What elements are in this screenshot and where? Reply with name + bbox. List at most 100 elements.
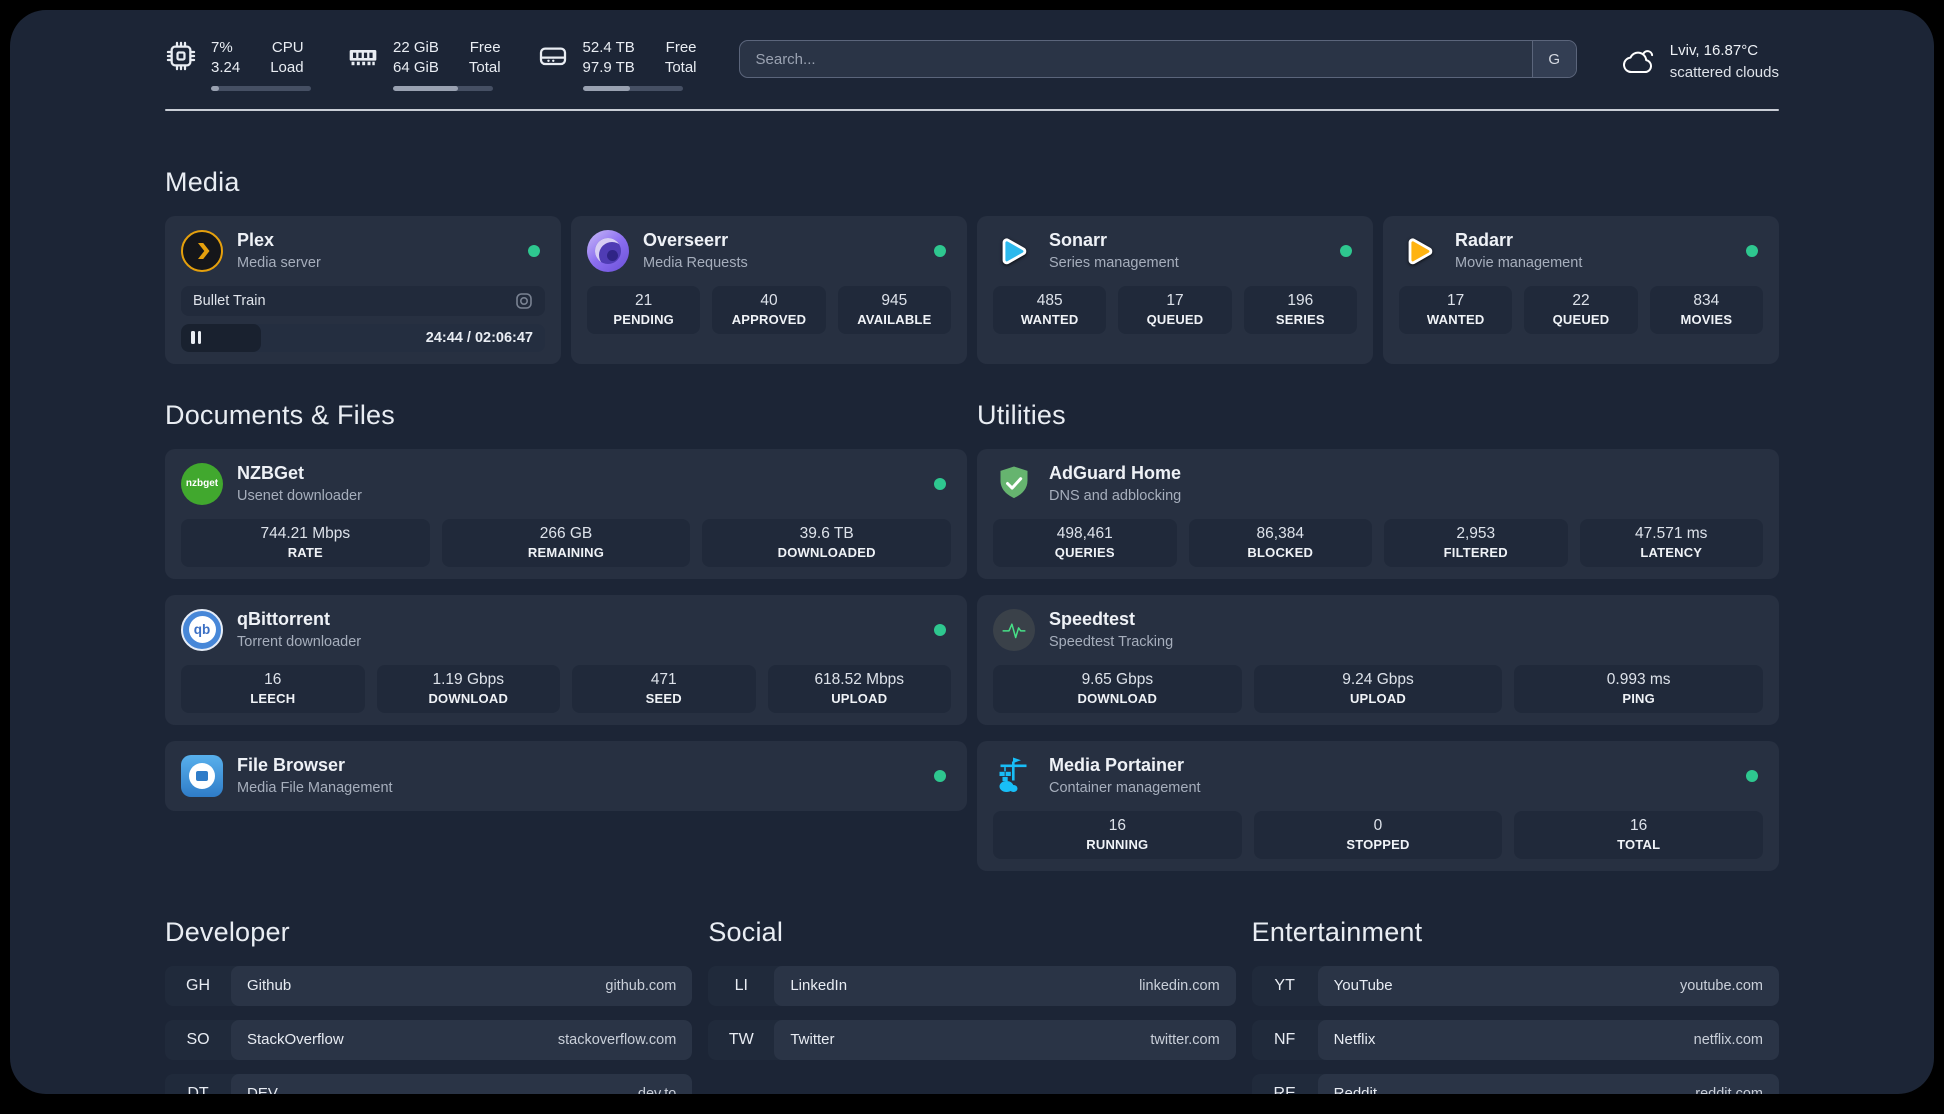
system-stats: 7% 3.24 CPU Load 22 GiB 64 GiB Free Tota… <box>165 38 697 91</box>
app-card-qbittorrent[interactable]: qb qBittorrent Torrent downloader 16 LEE… <box>165 594 967 725</box>
pause-icon <box>191 331 201 344</box>
storage-progress-bar <box>582 85 683 91</box>
ram-icon <box>347 40 379 72</box>
weather-widget: Lviv, 16.87°C scattered clouds <box>1621 40 1779 84</box>
stat-seed: 471 SEED <box>572 664 756 713</box>
app-description: DNS and adblocking <box>1049 487 1182 504</box>
status-indicator <box>1340 244 1352 257</box>
cloud-icon <box>1621 44 1657 80</box>
bookmark-github[interactable]: GH Github github.com <box>165 965 693 1006</box>
stat-movies: 834 MOVIES <box>1649 285 1763 334</box>
bookmark-url: stackoverflow.com <box>557 1031 677 1048</box>
nzbget-icon: nzbget <box>181 462 223 505</box>
status-indicator <box>934 477 946 490</box>
app-card-radarr[interactable]: Radarr Movie management 17 WANTED 22 QUE… <box>1383 215 1779 364</box>
bookmark-name: YouTube <box>1333 977 1393 994</box>
stat-running: 16 RUNNING <box>993 810 1242 859</box>
bookmark-abbr: YT <box>1274 976 1295 994</box>
storage-free-value: 52.4 TB <box>582 39 635 56</box>
media-section-title: Media <box>165 166 240 197</box>
bookmark-netflix[interactable]: NF Netflix netflix.com <box>1251 1019 1779 1060</box>
bookmark-reddit[interactable]: RE Reddit reddit.com <box>1251 1073 1779 1095</box>
bookmark-name: DEV <box>247 1085 278 1094</box>
bookmark-abbr: LI <box>734 976 748 994</box>
cpu-load-value: 3.24 <box>211 59 241 77</box>
stat-stopped: 0 STOPPED <box>1253 810 1503 859</box>
stat-wanted: 485 WANTED <box>993 285 1107 334</box>
app-card-sonarr[interactable]: Sonarr Series management 485 WANTED 17 Q… <box>977 215 1373 364</box>
adguard-icon <box>993 463 1035 505</box>
weather-condition: scattered clouds <box>1669 63 1779 81</box>
developer-section-title: Developer <box>165 916 290 947</box>
stat-queued: 17 QUEUED <box>1118 285 1232 334</box>
speedtest-icon <box>993 608 1035 651</box>
stat-remaining: 266 GB REMAINING <box>441 518 691 567</box>
bookmark-url: reddit.com <box>1695 1085 1763 1095</box>
app-description: Media Requests <box>643 254 748 271</box>
cpu-icon <box>165 40 197 72</box>
stat-download: 9.65 Gbps DOWNLOAD <box>993 664 1242 713</box>
app-description: Container management <box>1049 779 1201 796</box>
plex-icon <box>181 229 223 272</box>
app-name: AdGuard Home <box>1049 463 1182 484</box>
section-utilities: Utilities AdGuard Home DNS and adblockin… <box>977 400 1779 871</box>
app-card-portainer[interactable]: Media Portainer Container management 16 … <box>977 740 1779 871</box>
section-documents: Documents & Files nzbget NZBGet Usenet d… <box>165 400 967 811</box>
playback-time: 24:44 / 02:06:47 <box>425 329 533 346</box>
bookmark-linkedin[interactable]: LI LinkedIn linkedin.com <box>708 965 1236 1006</box>
app-name: Overseerr <box>643 230 729 251</box>
cpu-usage-label: CPU <box>271 39 304 56</box>
search-bar: G <box>738 40 1577 78</box>
app-description: Media server <box>237 254 321 271</box>
bookmark-dev[interactable]: DT DEV dev.to <box>165 1073 693 1095</box>
search-input[interactable] <box>739 41 1532 77</box>
stat-approved: 40 APPROVED <box>712 285 826 334</box>
status-indicator <box>934 769 946 782</box>
bookmark-name: StackOverflow <box>247 1031 344 1048</box>
now-playing-title: Bullet Train <box>193 292 266 309</box>
status-indicator <box>934 623 946 636</box>
app-card-filebrowser[interactable]: File Browser Media File Management <box>165 740 967 811</box>
entertainment-section-title: Entertainment <box>1251 916 1423 947</box>
bookmark-youtube[interactable]: YT YouTube youtube.com <box>1251 965 1779 1006</box>
stat-total: 16 TOTAL <box>1514 810 1763 859</box>
bookmark-abbr: RE <box>1273 1084 1296 1095</box>
header-divider <box>165 108 1779 111</box>
app-card-nzbget[interactable]: nzbget NZBGet Usenet downloader 744.21 M… <box>165 448 967 579</box>
bookmark-abbr: GH <box>186 976 210 994</box>
app-description: Movie management <box>1455 254 1583 271</box>
app-card-plex[interactable]: Plex Media server Bullet Train 24:44 / 0… <box>165 215 561 364</box>
app-card-adguard[interactable]: AdGuard Home DNS and adblocking 498,461 … <box>977 448 1779 579</box>
app-name: Speedtest <box>1049 609 1136 630</box>
bookmark-url: netflix.com <box>1693 1031 1763 1048</box>
dashboard-page: 7% 3.24 CPU Load 22 GiB 64 GiB Free Tota… <box>10 10 1934 1094</box>
cpu-usage-value: 7% <box>211 39 233 56</box>
bookmark-abbr: SO <box>186 1030 210 1048</box>
bookmark-twitter[interactable]: TW Twitter twitter.com <box>708 1019 1236 1060</box>
stat-pending: 21 PENDING <box>587 285 701 334</box>
stat-available: 945 AVAILABLE <box>837 285 951 334</box>
search-engine-button[interactable]: G <box>1531 41 1576 77</box>
memory-free-label: Free <box>469 39 501 56</box>
status-indicator <box>1746 244 1758 257</box>
portainer-icon <box>993 755 1035 797</box>
app-name: Media Portainer <box>1049 755 1185 776</box>
stat-ping: 0.993 ms PING <box>1514 664 1763 713</box>
stat-upload: 9.24 Gbps UPLOAD <box>1253 664 1503 713</box>
section-social: Social LI LinkedIn linkedin.com TW Twitt… <box>708 917 1236 1074</box>
app-name: qBittorrent <box>237 609 330 630</box>
cpu-progress-bar <box>211 85 311 91</box>
storage-total-value: 97.9 TB <box>582 59 635 77</box>
memory-progress-bar <box>393 85 493 91</box>
app-description: Series management <box>1049 254 1179 271</box>
memory-total-value: 64 GiB <box>393 59 439 77</box>
bookmark-stackoverflow[interactable]: SO StackOverflow stackoverflow.com <box>165 1019 693 1060</box>
bookmark-abbr: DT <box>187 1084 209 1095</box>
bookmark-url: linkedin.com <box>1139 977 1220 994</box>
stat-download: 1.19 Gbps DOWNLOAD <box>376 664 560 713</box>
app-card-speedtest[interactable]: Speedtest Speedtest Tracking 9.65 Gbps D… <box>977 594 1779 725</box>
bookmark-url: youtube.com <box>1679 977 1763 994</box>
weather-location-temp: Lviv, 16.87°C <box>1669 42 1759 59</box>
app-card-overseerr[interactable]: Overseerr Media Requests 21 PENDING 40 A… <box>571 215 967 364</box>
app-name: Plex <box>237 230 275 251</box>
